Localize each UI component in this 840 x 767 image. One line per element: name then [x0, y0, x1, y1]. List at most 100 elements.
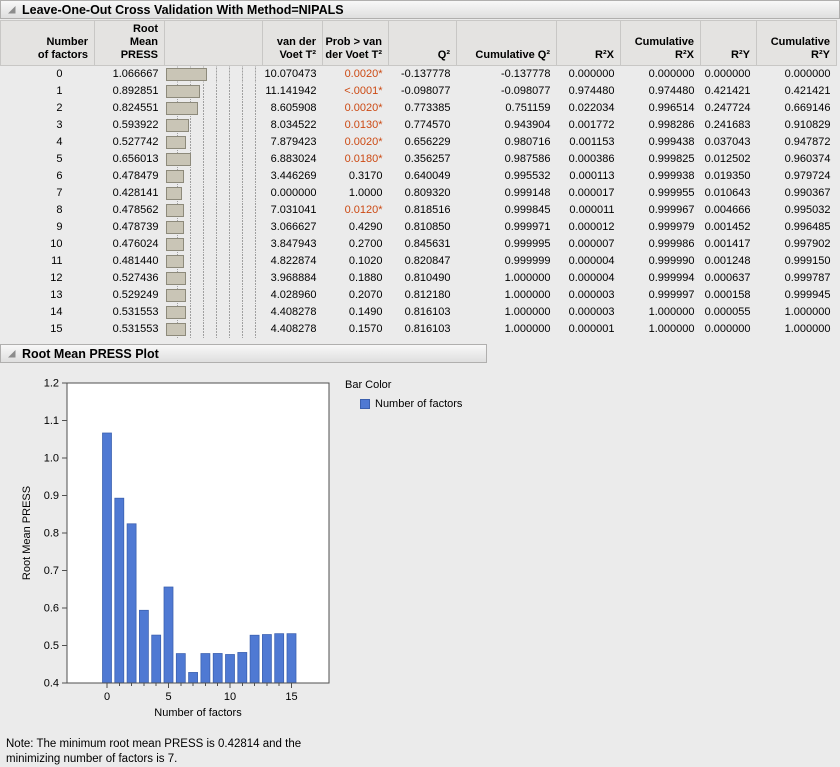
cell-prob: 0.0180*: [323, 151, 389, 168]
cell-cumr2x: 0.999825: [621, 151, 701, 168]
chart-bar[interactable]: [201, 654, 210, 683]
table-row[interactable]: 70.4281410.0000001.00000.8093200.9991480…: [1, 185, 837, 202]
cell-cumr2y: 0.669146: [757, 100, 837, 117]
chart-bar[interactable]: [115, 498, 124, 683]
cell-cumr2y: 1.000000: [757, 321, 837, 338]
chart-bar[interactable]: [226, 654, 235, 683]
cell-r2x: 0.000011: [557, 202, 621, 219]
cell-q2: 0.656229: [389, 134, 457, 151]
cell-cumr2x: 0.974480: [621, 83, 701, 100]
cell-cumr2x: 0.999955: [621, 185, 701, 202]
column-header-rmpress[interactable]: Root Mean PRESS: [95, 21, 165, 66]
cell-prob: 0.0120*: [323, 202, 389, 219]
chart-bar[interactable]: [213, 653, 222, 683]
disclosure-triangle-icon[interactable]: [6, 348, 17, 359]
chart-bar[interactable]: [139, 610, 148, 683]
cell-prob: 0.2070: [323, 287, 389, 304]
column-header-factors[interactable]: Number of factors: [1, 21, 95, 66]
cell-factors: 1: [1, 83, 95, 100]
chart-bar[interactable]: [238, 652, 247, 683]
cell-q2: 0.810490: [389, 270, 457, 287]
chart-bar[interactable]: [152, 635, 161, 683]
chart-bar[interactable]: [164, 587, 173, 683]
table-row[interactable]: 110.4814404.8228740.10200.8208470.999999…: [1, 253, 837, 270]
press-plot-svg[interactable]: 0.40.50.60.70.80.91.01.11.2051015Number …: [14, 373, 346, 725]
table-row[interactable]: 120.5274363.9688840.18800.8104901.000000…: [1, 270, 837, 287]
chart-bar[interactable]: [287, 634, 296, 683]
column-header-r2y[interactable]: R²Y: [701, 21, 757, 66]
cell-q2: 0.845631: [389, 236, 457, 253]
chart-bar[interactable]: [176, 654, 185, 683]
cv-table: Number of factorsRoot Mean PRESS van der …: [0, 20, 837, 338]
table-row[interactable]: 150.5315534.4082780.15700.8161031.000000…: [1, 321, 837, 338]
table-row[interactable]: 01.06666710.0704730.0020*-0.137778-0.137…: [1, 66, 837, 84]
table-row[interactable]: 50.6560136.8830240.0180*0.3562570.987586…: [1, 151, 837, 168]
chart-bar[interactable]: [250, 635, 259, 683]
cell-cumq2: -0.098077: [457, 83, 557, 100]
cell-r2y: 0.001248: [701, 253, 757, 270]
press-hbar: [166, 272, 187, 285]
cell-cumr2y: 0.979724: [757, 168, 837, 185]
cell-cumr2x: 0.999967: [621, 202, 701, 219]
column-header-vdv[interactable]: van der Voet T²: [263, 21, 323, 66]
cell-vdv: 3.847943: [263, 236, 323, 253]
legend-title: Bar Color: [345, 379, 462, 391]
column-header-prob[interactable]: Prob > van der Voet T²: [323, 21, 389, 66]
cell-prob: <.0001*: [323, 83, 389, 100]
table-row[interactable]: 20.8245518.6059080.0020*0.7733850.751159…: [1, 100, 837, 117]
cell-vdv: 3.446269: [263, 168, 323, 185]
cell-r2y: 0.000158: [701, 287, 757, 304]
press-hbar: [166, 323, 187, 336]
column-header-r2x[interactable]: R²X: [557, 21, 621, 66]
column-header-cumr2y[interactable]: Cumulative R²Y: [757, 21, 837, 66]
table-row[interactable]: 130.5292494.0289600.20700.8121801.000000…: [1, 287, 837, 304]
table-row[interactable]: 30.5939228.0345220.0130*0.7745700.943904…: [1, 117, 837, 134]
cell-r2x: 0.022034: [557, 100, 621, 117]
disclosure-triangle-icon[interactable]: [6, 4, 17, 15]
cell-r2x: 0.000004: [557, 253, 621, 270]
chart-bar[interactable]: [275, 634, 284, 683]
press-hbar: [166, 170, 185, 183]
cell-rmpress: 0.476024: [95, 236, 165, 253]
cell-r2y: 0.019350: [701, 168, 757, 185]
cell-r2y: 0.000000: [701, 321, 757, 338]
cell-cumq2: 0.999971: [457, 219, 557, 236]
cell-factors: 12: [1, 270, 95, 287]
cell-r2x: 0.000386: [557, 151, 621, 168]
chart-bar[interactable]: [127, 524, 136, 683]
cell-rmpress: 0.428141: [95, 185, 165, 202]
cell-rmpress: 0.478479: [95, 168, 165, 185]
column-header-q2[interactable]: Q²: [389, 21, 457, 66]
section-title-cv: Leave-One-Out Cross Validation With Meth…: [22, 3, 344, 17]
cell-factors: 6: [1, 168, 95, 185]
table-row[interactable]: 10.89285111.141942<.0001*-0.098077-0.098…: [1, 83, 837, 100]
cell-prob: 0.3170: [323, 168, 389, 185]
chart-bar[interactable]: [103, 433, 112, 683]
chart-bar[interactable]: [262, 635, 271, 683]
cell-cumr2x: 0.999986: [621, 236, 701, 253]
table-row[interactable]: 80.4785627.0310410.0120*0.8185160.999845…: [1, 202, 837, 219]
section-header-plot[interactable]: Root Mean PRESS Plot: [0, 344, 487, 363]
legend-entry[interactable]: Number of factors: [345, 398, 462, 410]
chart-bar[interactable]: [189, 672, 198, 683]
press-hbar: [166, 289, 187, 302]
table-row[interactable]: 60.4784793.4462690.31700.6400490.9955320…: [1, 168, 837, 185]
cell-q2: 0.816103: [389, 304, 457, 321]
cell-r2x: 0.000017: [557, 185, 621, 202]
cell-factors: 13: [1, 287, 95, 304]
table-row[interactable]: 40.5277427.8794230.0020*0.6562290.980716…: [1, 134, 837, 151]
cell-cumr2x: 1.000000: [621, 321, 701, 338]
cell-r2y: 0.000637: [701, 270, 757, 287]
table-row[interactable]: 100.4760243.8479430.27000.8456310.999995…: [1, 236, 837, 253]
column-header-bar[interactable]: [165, 21, 263, 66]
table-row[interactable]: 90.4787393.0666270.42900.8108500.9999710…: [1, 219, 837, 236]
press-bar-cell: [165, 236, 263, 253]
press-hbar: [166, 187, 183, 200]
cell-cumq2: 1.000000: [457, 321, 557, 338]
cell-r2x: 0.000012: [557, 219, 621, 236]
section-header-cv[interactable]: Leave-One-Out Cross Validation With Meth…: [0, 0, 840, 19]
table-row[interactable]: 140.5315534.4082780.14900.8161031.000000…: [1, 304, 837, 321]
column-header-cumq2[interactable]: Cumulative Q²: [457, 21, 557, 66]
column-header-cumr2x[interactable]: Cumulative R²X: [621, 21, 701, 66]
cell-cumr2x: 0.998286: [621, 117, 701, 134]
